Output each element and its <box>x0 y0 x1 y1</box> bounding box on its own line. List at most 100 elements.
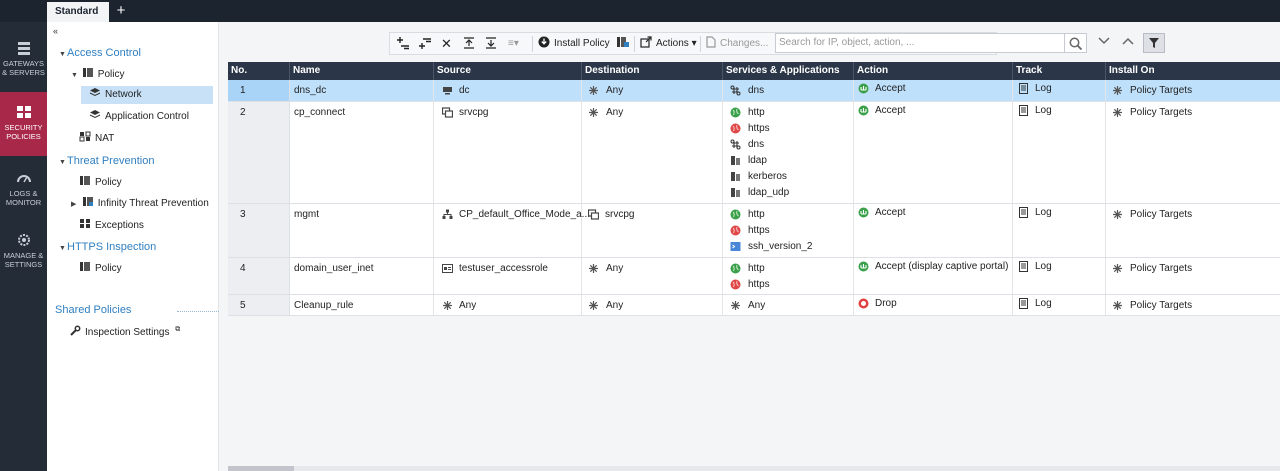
rule-name-cell[interactable]: cp_connect <box>290 102 434 203</box>
nav-gateways-servers[interactable]: GATEWAYS & SERVERS <box>0 40 47 86</box>
column-header-name[interactable]: Name <box>290 62 434 80</box>
source-cell[interactable]: Any <box>434 295 582 315</box>
changes-button[interactable]: Changes... <box>706 36 768 52</box>
add-rule-below-icon[interactable] <box>418 36 432 52</box>
track-cell[interactable]: Log <box>1013 102 1106 203</box>
filter-button[interactable] <box>1143 33 1165 53</box>
nav-security-policies[interactable]: SECURITY POLICIES <box>0 92 47 156</box>
install-on-cell[interactable]: Policy Targets <box>1106 295 1280 315</box>
search-button[interactable] <box>1065 33 1087 53</box>
table-row[interactable]: 2 cp_connect srvcpg Any http https dns ldap kerb… <box>228 102 1280 204</box>
column-header-destination[interactable]: Destination <box>582 62 723 80</box>
action-cell[interactable]: Accept (display captive portal) <box>854 258 1013 294</box>
table-row[interactable]: 5 Cleanup_rule Any Any Any Drop Log Policy Targ… <box>228 295 1280 316</box>
action-cell[interactable]: Drop <box>854 295 1013 315</box>
action-cell[interactable]: Accept <box>854 102 1013 203</box>
previous-match-button[interactable] <box>1117 33 1139 53</box>
rule-name-cell[interactable]: domain_user_inet <box>290 258 434 294</box>
track-cell[interactable]: Log <box>1013 258 1106 294</box>
track-cell[interactable]: Log <box>1013 295 1106 315</box>
source-cell[interactable]: srvcpg <box>434 102 582 203</box>
action-cell[interactable]: Accept <box>854 80 1013 101</box>
tree-network[interactable]: Network <box>81 86 213 104</box>
accept-icon <box>858 261 869 272</box>
rule-number-cell[interactable]: 2 <box>228 102 290 203</box>
gateways-icon <box>17 42 30 55</box>
tree-tp-policy[interactable]: Policy <box>79 174 122 192</box>
source-cell[interactable]: dc <box>434 80 582 101</box>
nav-logs-monitor[interactable]: LOGS & MONITOR <box>0 170 47 210</box>
add-tab-button[interactable]: + <box>113 2 129 20</box>
horizontal-scrollbar[interactable] <box>228 466 1280 471</box>
table-row[interactable]: 4 domain_user_inet testuser_accessrole Any h… <box>228 258 1280 295</box>
open-external-icon[interactable]: ⧉ <box>175 326 180 333</box>
services-cell[interactable]: dns <box>723 80 854 101</box>
services-cell[interactable]: http https <box>723 258 854 294</box>
move-up-icon[interactable] <box>462 36 476 52</box>
chevron-down-icon[interactable]: ▼ <box>71 67 79 85</box>
source-cell[interactable]: testuser_accessrole <box>434 258 582 294</box>
any-asterisk-icon <box>588 300 599 311</box>
nav-label-line2: POLICIES <box>6 132 41 141</box>
source-cell[interactable]: CP_default_Office_Mode_a... <box>434 204 590 257</box>
tree-inspection-settings[interactable]: Inspection Settings ⧉ <box>69 321 180 339</box>
delete-rule-icon[interactable]: ✕ <box>441 36 452 52</box>
table-row[interactable]: 1 dns_dc dc Any dns Accept Log Policy Targets <box>228 80 1280 102</box>
tree-https-policy[interactable]: Policy <box>79 260 122 278</box>
tree-nat[interactable]: NAT <box>79 130 114 148</box>
add-rule-above-icon[interactable] <box>396 36 410 52</box>
table-row[interactable]: 3 mgmt CP_default_Office_Mode_a... srvcpg ht… <box>228 204 1280 258</box>
destination-cell[interactable]: Any <box>582 295 723 315</box>
tree-application-control[interactable]: Application Control <box>89 108 189 126</box>
move-down-icon[interactable] <box>484 36 498 52</box>
install-policy-button[interactable]: Install Policy <box>538 36 610 52</box>
action-cell[interactable]: Accept <box>854 204 1013 257</box>
nav-manage-settings[interactable]: MANAGE & SETTINGS <box>0 232 47 272</box>
column-header-no[interactable]: No. <box>228 62 290 80</box>
destination-cell[interactable]: Any <box>582 80 723 101</box>
column-header-action[interactable]: Action <box>854 62 1013 80</box>
policy-gateways-icon[interactable] <box>616 36 630 52</box>
destination-cell[interactable]: srvcpg <box>582 204 723 257</box>
tree-https-inspection[interactable]: ▼HTTPS Inspection <box>59 238 156 256</box>
tab-standard[interactable]: Standard <box>47 2 109 22</box>
tree-exceptions[interactable]: Exceptions <box>79 217 144 235</box>
install-on-cell[interactable]: Policy Targets <box>1106 204 1280 257</box>
scrollbar-thumb[interactable] <box>228 466 294 471</box>
track-cell[interactable]: Log <box>1013 204 1106 257</box>
search-input[interactable]: Search for IP, object, action, ... <box>775 33 1065 53</box>
destination-cell[interactable]: Any <box>582 102 723 203</box>
tree-shared-policies[interactable]: Shared Policies <box>55 301 131 319</box>
rule-name-cell[interactable]: Cleanup_rule <box>290 295 434 315</box>
more-options-icon[interactable]: ≡▾ <box>508 36 519 52</box>
track-cell[interactable]: Log <box>1013 80 1106 101</box>
tree-threat-prevention[interactable]: ▼Threat Prevention <box>59 152 154 170</box>
tree-access-control[interactable]: ▼Access Control <box>59 44 141 62</box>
install-on-cell[interactable]: Policy Targets <box>1106 258 1280 294</box>
install-on-cell[interactable]: Policy Targets <box>1106 102 1280 203</box>
rule-number-cell[interactable]: 1 <box>228 80 290 101</box>
rule-number-cell[interactable]: 4 <box>228 258 290 294</box>
column-header-track[interactable]: Track <box>1013 62 1106 80</box>
tree-policy[interactable]: ▼ Policy <box>71 66 124 84</box>
destination-cell[interactable]: Any <box>582 258 723 294</box>
tree-infinity-threat-prevention[interactable]: ▶ Infinity Threat Prevention <box>71 195 209 213</box>
column-header-install-on[interactable]: Install On <box>1106 62 1280 80</box>
chevron-down-icon[interactable]: ▼ <box>59 46 67 64</box>
column-header-source[interactable]: Source <box>434 62 582 80</box>
rule-number-cell[interactable]: 3 <box>228 204 290 257</box>
chevron-down-icon[interactable]: ▼ <box>59 154 67 172</box>
services-cell[interactable]: http https ssh_version_2 <box>723 204 854 257</box>
rule-name-cell[interactable]: mgmt <box>290 204 434 257</box>
actions-menu-button[interactable]: Actions ▾ <box>640 36 697 52</box>
chevron-down-icon[interactable]: ▼ <box>59 240 67 258</box>
rule-number-cell[interactable]: 5 <box>228 295 290 315</box>
services-cell[interactable]: http https dns ldap kerberos ldap_udp <box>723 102 854 203</box>
services-cell[interactable]: Any <box>723 295 854 315</box>
install-on-cell[interactable]: Policy Targets <box>1106 80 1280 101</box>
chevron-right-icon[interactable]: ▶ <box>71 196 79 214</box>
rule-name-cell[interactable]: dns_dc <box>290 80 434 101</box>
next-match-button[interactable] <box>1093 33 1115 53</box>
collapse-panel-button[interactable]: « <box>53 26 58 36</box>
column-header-services[interactable]: Services & Applications <box>723 62 854 80</box>
